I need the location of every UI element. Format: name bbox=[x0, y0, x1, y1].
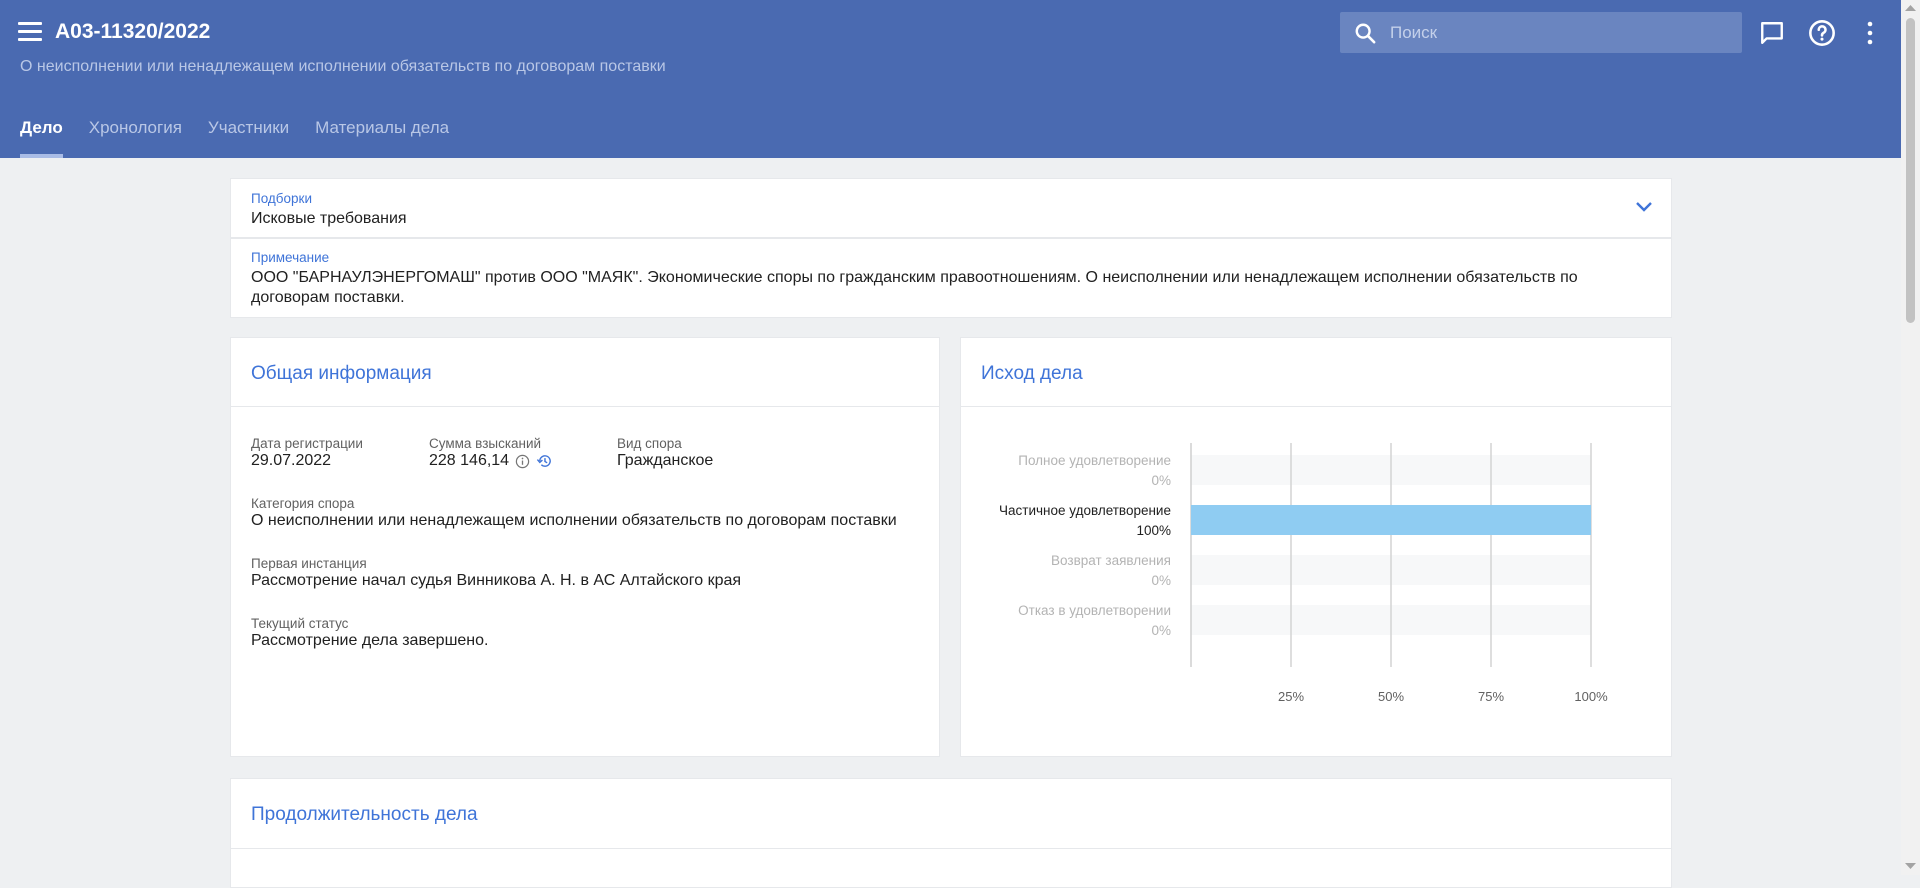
scroll-down-icon[interactable] bbox=[1905, 862, 1916, 870]
scrollbar[interactable] bbox=[1901, 0, 1920, 875]
outcome-title: Исход дела bbox=[981, 363, 1083, 384]
divider bbox=[231, 848, 1671, 849]
status-label: Текущий статус bbox=[251, 616, 349, 631]
case-tabs: Дело Хронология Участники Материалы дела bbox=[20, 118, 475, 158]
note-text: ООО "БАРНАУЛЭНЕРГОМАШ" против ООО "МАЯК"… bbox=[251, 269, 1578, 306]
sum-label: Сумма взысканий bbox=[429, 436, 542, 451]
category-label: Частичное удовлетворение bbox=[999, 503, 1171, 518]
search-icon bbox=[1355, 23, 1376, 44]
case-subtitle: О неисполнении или ненадлежащем исполнен… bbox=[20, 58, 666, 75]
note-panel: Примечание ООО "БАРНАУЛЭНЕРГОМАШ" против… bbox=[230, 238, 1672, 318]
x-tick-label: 100% bbox=[1574, 689, 1608, 704]
help-icon[interactable] bbox=[1808, 19, 1836, 47]
search-box[interactable] bbox=[1340, 12, 1742, 53]
info-icon[interactable] bbox=[515, 454, 530, 469]
dispute-type-field: Вид спора Гражданское bbox=[617, 436, 713, 471]
chat-icon[interactable] bbox=[1759, 20, 1785, 46]
reg-date-label: Дата регистрации bbox=[251, 436, 363, 451]
outcome-card: Исход дела 25% 50% 75% 100% Полное удовлетво… bbox=[960, 337, 1672, 757]
x-tick-label: 25% bbox=[1278, 689, 1304, 704]
note-label: Примечание bbox=[251, 250, 330, 265]
duration-title: Продолжительность дела bbox=[251, 804, 478, 825]
sum-value: 228 146,14 bbox=[429, 452, 510, 469]
category-label: Категория спора bbox=[251, 496, 355, 511]
value-label: 100% bbox=[1136, 523, 1171, 538]
value-label: 0% bbox=[1151, 573, 1171, 588]
tab-participants[interactable]: Участники bbox=[208, 118, 289, 158]
duration-card: Продолжительность дела bbox=[230, 778, 1672, 888]
search-input[interactable] bbox=[1390, 12, 1730, 53]
outcome-chart: 25% 50% 75% 100% Полное удовлетворение 0% Част… bbox=[999, 443, 1608, 704]
outcome-bar bbox=[1191, 505, 1591, 535]
category-field: Категория спора О неисполнении или ненад… bbox=[251, 496, 897, 531]
scroll-up-icon[interactable] bbox=[1905, 4, 1916, 12]
hamburger-menu-icon[interactable] bbox=[18, 22, 42, 42]
history-icon[interactable] bbox=[536, 453, 553, 469]
category-label: Отказ в удовлетворении bbox=[1018, 603, 1171, 618]
tab-case-materials[interactable]: Материалы дела bbox=[315, 118, 449, 158]
selections-label: Подборки bbox=[251, 191, 312, 206]
first-instance-field: Первая инстанция Рассмотрение начал судь… bbox=[251, 556, 741, 591]
first-instance-label: Первая инстанция bbox=[251, 556, 367, 571]
case-number-title: А03-11320/2022 bbox=[55, 20, 211, 43]
selections-value: Исковые требования bbox=[251, 210, 407, 227]
category-value: О неисполнении или ненадлежащем исполнен… bbox=[251, 512, 897, 529]
reg-date-field: Дата регистрации 29.07.2022 bbox=[251, 436, 363, 471]
dispute-type-value: Гражданское bbox=[617, 452, 714, 469]
app-header: А03-11320/2022 О неисполнении или ненадл… bbox=[0, 0, 1901, 158]
tab-case[interactable]: Дело bbox=[20, 118, 63, 158]
x-tick-label: 50% bbox=[1378, 689, 1404, 704]
scrollbar-thumb[interactable] bbox=[1906, 18, 1915, 323]
more-vert-icon[interactable] bbox=[1858, 20, 1882, 46]
tab-chronology[interactable]: Хронология bbox=[89, 118, 182, 158]
first-instance-value: Рассмотрение начал судья Винникова А. Н.… bbox=[251, 572, 742, 589]
selections-panel[interactable]: Подборки Исковые требования bbox=[230, 178, 1672, 238]
value-label: 0% bbox=[1151, 473, 1171, 488]
category-label: Возврат заявления bbox=[1051, 553, 1171, 568]
status-value: Рассмотрение дела завершено. bbox=[251, 632, 489, 649]
x-tick-label: 75% bbox=[1478, 689, 1504, 704]
general-info-title: Общая информация bbox=[251, 363, 432, 384]
dispute-type-label: Вид спора bbox=[617, 436, 682, 451]
reg-date-value: 29.07.2022 bbox=[251, 452, 332, 469]
divider bbox=[231, 406, 939, 407]
chevron-down-icon[interactable] bbox=[1635, 201, 1653, 213]
sum-field: Сумма взысканий 228 146,14 bbox=[429, 436, 553, 471]
value-label: 0% bbox=[1151, 623, 1171, 638]
status-field: Текущий статус Рассмотрение дела заверше… bbox=[251, 616, 488, 651]
category-label: Полное удовлетворение bbox=[1018, 453, 1171, 468]
general-info-card: Общая информация Дата регистрации 29.07.… bbox=[230, 337, 940, 757]
